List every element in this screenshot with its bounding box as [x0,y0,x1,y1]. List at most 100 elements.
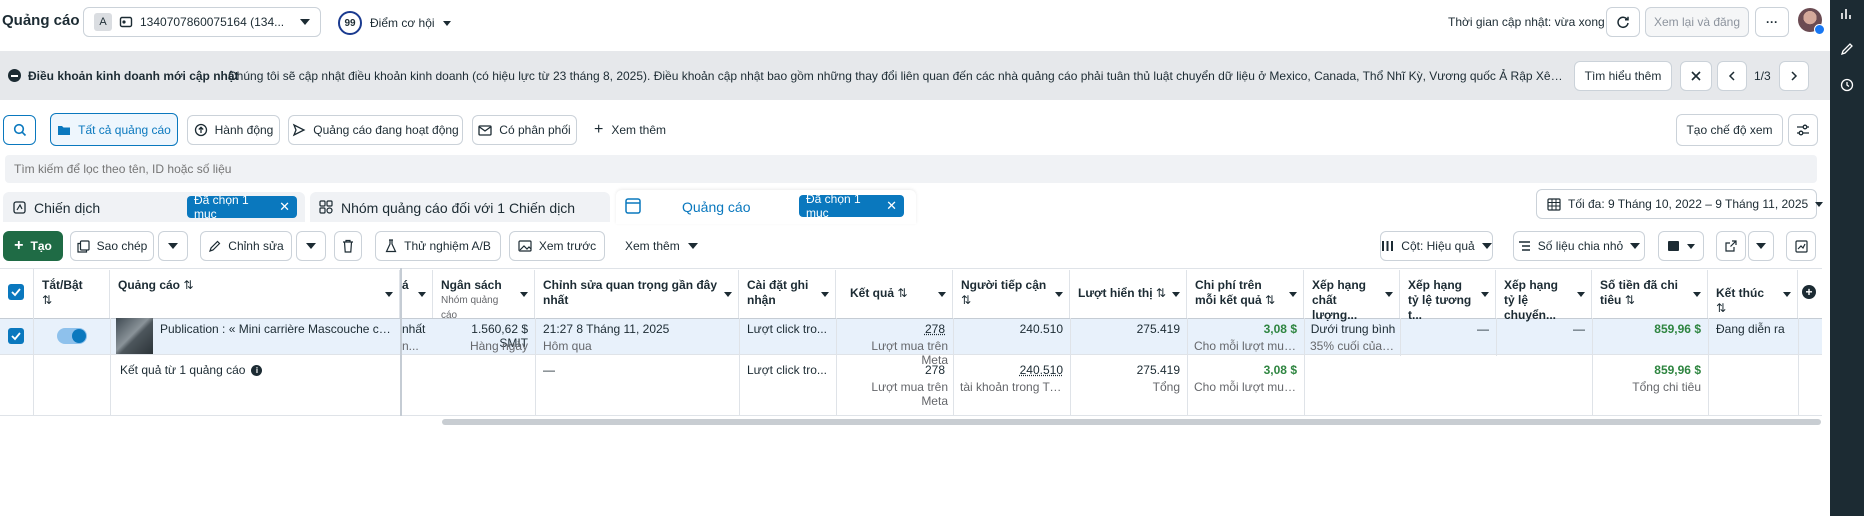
summary-cost-sub: Cho mỗi lượt mua trê... [1194,380,1297,394]
col-header-last-edit[interactable]: Chỉnh sửa quan trọng gần đây nhất [535,270,739,318]
edit-label: Chỉnh sửa [228,239,284,253]
duplicate-dropdown[interactable] [158,231,188,261]
toolbar-see-more[interactable]: Xem thêm [625,239,698,253]
breakdown-label: Số liệu chia nhỏ [1537,239,1624,253]
opportunity-score[interactable]: 99 Điểm cơ hội [338,10,451,36]
col-header-cost[interactable]: Chi phí trên mỗi kết quả ⇅ [1187,270,1304,318]
col-header-ends[interactable]: Kết thúc ⇅ [1708,270,1798,318]
filter-active-ads[interactable]: Quảng cáo đang hoạt động [288,115,463,145]
export-icon [1725,240,1737,252]
search-input[interactable] [5,155,1817,183]
view-settings-button[interactable] [1788,114,1818,146]
edit-button[interactable]: Chỉnh sửa [200,231,292,261]
ab-test-button[interactable]: Thử nghiệm A/B [375,231,501,261]
dismiss-button[interactable] [1680,61,1712,91]
image-icon [518,240,532,252]
columns-button[interactable]: Cột: Hiệu quả [1380,231,1493,261]
edit-dropdown[interactable] [296,231,326,261]
chevron-down-icon [724,292,732,297]
pencil-icon [208,240,221,253]
review-publish-button[interactable]: Xem lại và đăng [1645,7,1749,37]
folder-icon [57,124,71,136]
col-divider [739,318,740,416]
preview-label: Xem trước [538,239,597,253]
col-header-results[interactable]: Kết quả ⇅ [836,270,953,318]
export-button[interactable] [1716,231,1746,261]
col-ad-label: Quảng cáo [118,278,181,292]
delete-button[interactable] [334,231,362,261]
tab-campaigns[interactable]: Chiến dịch Đã chọn 1 mục ✕ [3,192,305,222]
ad-toggle[interactable] [57,328,87,344]
ads-selected-chip[interactable]: Đã chọn 1 mục ✕ [799,192,904,220]
row-last-edit-sub: Hôm qua [543,339,592,353]
row-ends: Đang diễn ra [1716,322,1785,336]
more-button[interactable]: ··· [1755,7,1789,37]
row-quality: Dưới trung bình [1310,322,1396,336]
row-checkbox[interactable] [8,328,24,344]
filter-actions[interactable]: Hành động [187,115,280,145]
summary-results-sub: Lượt mua trên Meta [871,380,948,408]
notice-body: Chúng tôi sẽ cập nhật điều khoản kinh do… [228,69,1563,83]
create-button[interactable]: + Tạo [3,231,63,261]
info-icon [8,69,21,82]
row-attribution: Lượt click tro... [747,322,827,336]
col-header-reach[interactable]: Người tiếp cận ⇅ [953,270,1070,318]
filter-active-ads-label: Quảng cáo đang hoạt động [313,123,459,137]
chevron-down-icon [1289,292,1297,297]
add-column-button[interactable]: + [1802,285,1816,299]
col-header-impressions[interactable]: Lượt hiển thị ⇅ [1070,270,1187,318]
search-toggle-button[interactable] [3,115,36,145]
col-budget-sub: Nhóm quảng cáo [441,295,499,321]
col-header-ad[interactable]: Quảng cáo ⇅ [110,270,400,318]
tab-ads[interactable]: Quảng cáo Đã chọn 1 mục ✕ [616,190,916,224]
next-notice-button[interactable] [1779,61,1809,91]
notice-title: Điều khoản kinh doanh mới cập nhật [28,69,239,83]
select-all-checkbox[interactable] [8,284,24,300]
campaign-icon [13,201,26,214]
summary-reach[interactable]: 240.510 [960,363,1063,377]
reports-button[interactable] [1658,231,1704,261]
refresh-button[interactable] [1606,7,1640,37]
date-range-picker[interactable]: Tối đa: 9 Tháng 10, 2022 – 9 Tháng 11, 2… [1536,189,1824,219]
create-view-button[interactable]: Tạo chế độ xem [1676,114,1783,146]
close-icon[interactable]: ✕ [279,199,290,215]
prev-notice-button[interactable] [1717,61,1747,91]
row-last-edit: 21:27 8 Tháng 11, 2025 [543,322,670,336]
list-icon [1518,240,1531,252]
row-partial-b: n... [402,339,419,353]
col-header-conversion[interactable]: Xếp hạng tỷ lệ chuyển... [1496,270,1592,322]
chevron-down-icon [1481,243,1492,249]
ad-name[interactable]: Publication : « Mini carrière Mascouche … [160,322,392,336]
info-icon[interactable]: i [251,364,263,376]
export-dropdown[interactable] [1748,231,1774,261]
filter-has-delivery[interactable]: Có phân phối [472,115,577,145]
preview-button[interactable]: Xem trước [509,231,605,261]
col-impressions-label: Lượt hiển thị [1078,286,1153,300]
breakdown-button[interactable]: Số liệu chia nhỏ [1513,231,1645,261]
col-header-quality[interactable]: Xếp hạng chất lượng... [1304,270,1400,322]
campaign-selected-chip[interactable]: Đã chọn 1 mục ✕ [187,193,297,221]
pencil-icon[interactable] [1840,42,1854,56]
row-results[interactable]: 278 [844,322,945,336]
filter-all-ads[interactable]: Tất cả quảng cáo [50,113,178,146]
filter-all-ads-label: Tất cả quảng cáo [78,122,171,137]
chart-icon[interactable] [1840,7,1854,21]
horizontal-scrollbar[interactable] [442,419,1821,425]
close-icon[interactable]: ✕ [886,198,897,214]
col-header-attribution[interactable]: Cài đặt ghi nhận [739,270,836,318]
col-header-engagement[interactable]: Xếp hạng tỷ lệ tương t... [1400,270,1496,322]
toolbar-see-more-label: Xem thêm [625,239,680,253]
col-header-budget[interactable]: Ngân sách Nhóm quảng cáo [433,270,535,321]
user-avatar[interactable] [1798,8,1825,35]
clock-icon[interactable] [1840,78,1854,92]
duplicate-button[interactable]: Sao chép [70,231,154,261]
row-quality-sub: 35% cuối của qu... [1310,339,1396,353]
tab-adsets[interactable]: Nhóm quảng cáo đối với 1 Chiến dịch [310,192,610,222]
account-selector[interactable]: A 1340707860075164 (134... [83,7,321,37]
col-header-spent[interactable]: Số tiền đã chi tiêu ⇅ [1592,270,1708,318]
learn-more-button[interactable]: Tìm hiểu thêm [1574,61,1672,91]
col-header-toggle[interactable]: Tắt/Bật ⇅ [34,270,110,318]
facebook-badge-icon [1814,24,1825,35]
chart-view-button[interactable] [1786,231,1816,261]
filter-see-more[interactable]: + Xem thêm [594,122,666,138]
